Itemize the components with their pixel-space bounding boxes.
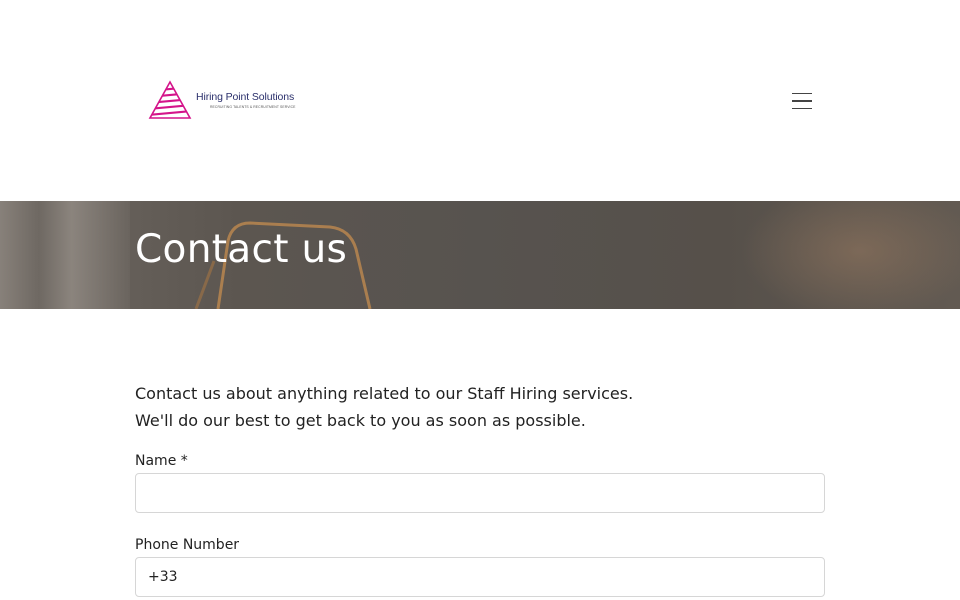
- intro-line: We'll do our best to get back to you as …: [135, 411, 586, 430]
- logo-text: Hiring Point Solutions RECRUITING TALENT…: [196, 91, 296, 110]
- phone-field[interactable]: [135, 557, 825, 597]
- name-field-label: Name *: [135, 453, 188, 469]
- logo-name: Hiring Point Solutions: [196, 90, 295, 103]
- page-title: Contact us: [135, 227, 348, 272]
- name-field[interactable]: [135, 473, 825, 513]
- intro-text: Contact us about anything related to our…: [135, 380, 825, 434]
- hero-banner: Contact us: [0, 201, 960, 309]
- hamburger-menu-icon[interactable]: [788, 88, 816, 114]
- menu-bar: [792, 107, 812, 110]
- logo-triangle-icon: [148, 80, 192, 119]
- site-header: Hiring Point Solutions RECRUITING TALENT…: [0, 0, 960, 201]
- intro-line: Contact us about anything related to our…: [135, 384, 634, 403]
- menu-bar: [792, 92, 812, 95]
- contact-section: Contact us about anything related to our…: [0, 309, 960, 600]
- site-logo[interactable]: Hiring Point Solutions RECRUITING TALENT…: [148, 80, 296, 120]
- logo-tagline: RECRUITING TALENTS & RECRUITMENT SERVICE: [210, 104, 296, 109]
- phone-field-label: Phone Number: [135, 537, 240, 553]
- menu-bar: [792, 100, 812, 102]
